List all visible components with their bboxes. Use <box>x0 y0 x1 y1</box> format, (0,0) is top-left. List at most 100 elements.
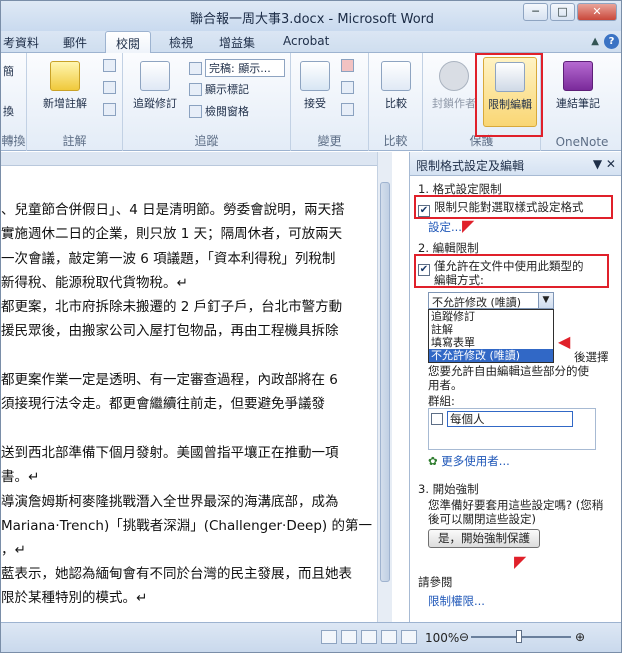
block-authors-button[interactable]: 封鎖作者 <box>427 61 481 111</box>
everyone-checkbox[interactable]: 每個人 <box>431 411 573 427</box>
delete-comment-icon[interactable] <box>103 59 116 72</box>
more-users-button[interactable]: ✿ 更多使用者... <box>428 454 510 468</box>
reviewing-pane-button[interactable]: 檢閱窗格 <box>189 103 249 119</box>
tab-mailings[interactable]: 郵件 <box>63 34 87 51</box>
section2-highlight <box>414 254 609 288</box>
exceptions-text-2: 用者。 <box>428 378 463 392</box>
reviewing-pane-label: 檢閱窗格 <box>205 105 249 118</box>
document-area[interactable]: 、兒童節合併假日」、4 日是清明節。勞委會說明，兩天搭 實施週休二日的企業，則只… <box>1 152 392 622</box>
display-for-review-dropdown[interactable]: 完稿: 顯示... <box>189 59 285 77</box>
doc-line-3: 一次會議，敲定第一波 6 項議題，「資本利得稅」列稅制 <box>1 251 336 267</box>
doc-line-7: 都更案作業一定是透明、有一定審查過程，內政部將在 6 <box>1 372 338 388</box>
option-track-changes[interactable]: 追蹤修訂 <box>429 310 553 323</box>
pane-close-icon[interactable]: ▼ ✕ <box>593 157 616 171</box>
section3-title: 3. 開始強制 <box>418 482 479 496</box>
reviewing-pane-icon <box>189 104 202 118</box>
doc-line-9: 送到西北部準備下個月發射。美國曾指平壤正在推動一項 <box>1 445 339 461</box>
group-compare: 比較 比較 <box>369 53 423 151</box>
horizontal-ruler[interactable] <box>1 152 392 166</box>
see-also-label: 請參閱 <box>418 575 453 589</box>
editing-type-dropdown[interactable]: 不允許修改 (唯讀) ▼ <box>428 292 554 309</box>
pane-title: 限制格式設定及編輯 <box>416 159 525 173</box>
pointer-arrow-icon: ◤ <box>514 552 527 571</box>
maximize-button[interactable]: □ <box>550 3 575 21</box>
tab-view[interactable]: 檢視 <box>169 34 193 51</box>
reject-icon[interactable] <box>341 59 354 72</box>
vertical-scrollbar[interactable] <box>377 152 392 622</box>
ribbon-collapse-icon[interactable]: ▲ <box>591 36 599 47</box>
group-comments-label: 註解 <box>62 134 87 148</box>
group-compare-label: 比較 <box>383 134 408 148</box>
groups-list: 每個人 <box>428 408 596 450</box>
previous-change-icon[interactable] <box>341 81 354 94</box>
section1-title: 1. 格式設定限制 <box>418 182 502 196</box>
option-no-changes[interactable]: 不允許修改 (唯讀) <box>429 349 553 362</box>
everyone-label: 每個人 <box>447 411 573 427</box>
tab-acrobat[interactable]: Acrobat <box>283 34 329 48</box>
new-comment-button[interactable]: 新增註解 <box>35 61 95 111</box>
new-comment-label: 新增註解 <box>43 97 87 110</box>
web-layout-icon[interactable] <box>361 630 377 644</box>
block-authors-label: 封鎖作者 <box>432 97 476 110</box>
convert-item-2[interactable]: 換 <box>3 103 14 119</box>
exceptions-text-1: 您要允許自由編輯這些部分的使 <box>428 364 589 378</box>
display-review-icon <box>189 61 202 75</box>
zoom-in-icon[interactable]: ⊕ <box>575 630 585 644</box>
compare-icon <box>381 61 411 91</box>
users-icon: ✿ <box>428 454 438 468</box>
group-tracking: 追蹤修訂 完稿: 顯示... 顯示標記 檢閱窗格 追蹤 <box>123 53 291 151</box>
section3-text-1: 您準備好要套用這些設定嗎? (您稍 <box>428 498 604 512</box>
convert-item-1[interactable]: 簡 <box>3 63 14 79</box>
restrict-permissions-link[interactable]: 限制權限... <box>428 594 485 608</box>
track-changes-icon <box>140 61 170 91</box>
pointer-arrow-icon: ◀ <box>558 332 571 351</box>
minimize-button[interactable]: ─ <box>523 3 548 21</box>
doc-line-5: 都更案，北市府拆除未搬遷的 2 戶釘子戶，台北市警方動 <box>1 299 343 315</box>
print-layout-icon[interactable] <box>321 630 337 644</box>
option-comments[interactable]: 註解 <box>429 323 553 336</box>
doc-line-8: 須接現行法令走。都更會繼續往前走，但要避免爭議發 <box>1 396 325 412</box>
next-comment-icon[interactable] <box>103 103 116 116</box>
doc-line-12: Mariana·Trench)「挑戰者深淵」(Challenger·Deep) … <box>1 518 372 534</box>
settings-link[interactable]: 設定... <box>428 220 462 234</box>
option-filling-forms[interactable]: 填寫表單 <box>429 336 553 349</box>
editing-type-options: 追蹤修訂 註解 填寫表單 不允許修改 (唯讀) <box>428 309 554 363</box>
zoom-level[interactable]: 100% <box>425 631 459 645</box>
exceptions-partial: 後選擇 <box>574 350 609 364</box>
zoom-slider-handle[interactable] <box>516 630 522 643</box>
help-icon[interactable]: ? <box>604 34 619 49</box>
zoom-out-icon[interactable]: ⊖ <box>459 630 469 644</box>
scrollbar-thumb[interactable] <box>380 182 390 582</box>
accept-button[interactable]: 接受 <box>295 61 335 111</box>
doc-line-14: 藍表示，她認為緬甸會有不同於台灣的民主發展，而且她表 <box>1 566 352 582</box>
group-comments: 新增註解 註解 <box>27 53 123 151</box>
show-markup-button[interactable]: 顯示標記 <box>189 81 249 97</box>
tab-addins[interactable]: 增益集 <box>219 34 255 51</box>
next-change-icon[interactable] <box>341 103 354 116</box>
accept-icon <box>300 61 330 91</box>
linked-notes-label: 連結筆記 <box>556 97 600 110</box>
start-enforcing-button[interactable]: 是，開始強制保護 <box>428 529 540 548</box>
tab-review[interactable]: 校閱 <box>105 31 152 54</box>
linked-notes-button[interactable]: 連結筆記 <box>553 61 603 111</box>
restrict-editing-highlight <box>475 53 543 137</box>
compare-button[interactable]: 比較 <box>373 61 419 111</box>
chevron-down-icon[interactable]: ▼ <box>538 293 553 308</box>
previous-comment-icon[interactable] <box>103 81 116 94</box>
pane-header: 限制格式設定及編輯 ▼ ✕ <box>410 152 621 176</box>
more-users-link[interactable]: 更多使用者... <box>441 454 509 468</box>
show-markup-label: 顯示標記 <box>205 83 249 96</box>
draft-icon[interactable] <box>401 630 417 644</box>
show-markup-icon <box>189 82 202 96</box>
close-button[interactable]: ✕ <box>577 3 617 21</box>
checkbox-unchecked-icon[interactable] <box>431 413 443 425</box>
tab-references[interactable]: 考資料 <box>3 34 39 51</box>
word-window: 聯合報一周大事3.docx - Microsoft Word ─ □ ✕ 考資料… <box>0 0 622 653</box>
track-changes-button[interactable]: 追蹤修訂 <box>127 61 183 111</box>
full-screen-icon[interactable] <box>341 630 357 644</box>
doc-line-13: ，↵ <box>1 542 26 558</box>
group-convert: 簡 換 轉換 <box>1 53 27 151</box>
section2-title: 2. 編輯限制 <box>418 241 479 255</box>
outline-icon[interactable] <box>381 630 397 644</box>
doc-line-2: 實施週休二日的企業，則只放 1 天；隔周休者，可放兩天 <box>1 226 343 242</box>
